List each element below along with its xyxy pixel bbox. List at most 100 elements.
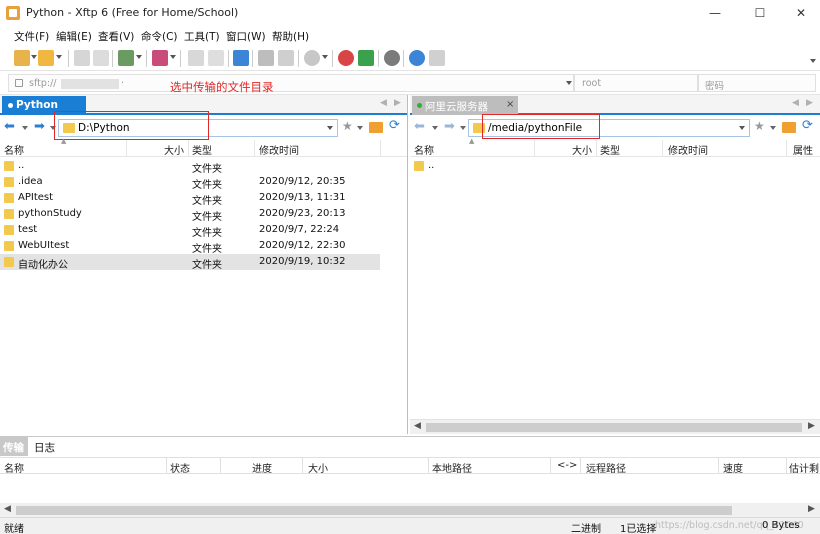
- menu-tools[interactable]: 工具(T): [184, 29, 220, 44]
- list-item-selected[interactable]: 自动化办公 文件夹 2020/9/19, 10:32: [0, 254, 380, 270]
- terminal-icon[interactable]: [152, 50, 168, 66]
- refresh-icon[interactable]: ⟳: [389, 119, 400, 133]
- col-name[interactable]: 名称: [414, 142, 434, 157]
- col-divider[interactable]: [786, 458, 787, 474]
- chevron-down-icon[interactable]: [322, 55, 328, 59]
- scroll-thumb[interactable]: [16, 506, 732, 515]
- menu-window[interactable]: 窗口(W): [226, 29, 266, 44]
- col-divider[interactable]: [718, 458, 719, 474]
- back-arrow-icon[interactable]: ⬅: [414, 120, 425, 133]
- chevron-down-icon[interactable]: [327, 126, 333, 130]
- col-type[interactable]: 类型: [192, 142, 212, 157]
- help-icon[interactable]: [409, 50, 425, 66]
- parent-folder-icon[interactable]: [782, 122, 796, 133]
- col-divider[interactable]: [166, 458, 167, 474]
- col-name[interactable]: 名称: [4, 142, 24, 157]
- chevron-down-icon[interactable]: [566, 81, 572, 85]
- username-input[interactable]: root: [574, 74, 698, 92]
- scroll-thumb[interactable]: [426, 423, 802, 432]
- col-modified[interactable]: 修改时间: [259, 142, 299, 157]
- col-size[interactable]: 大小: [308, 460, 328, 475]
- col-divider[interactable]: [596, 140, 597, 157]
- minimize-button[interactable]: —: [700, 3, 730, 23]
- tab-prev-icon[interactable]: ◀: [380, 98, 387, 108]
- col-progress[interactable]: 进度: [252, 460, 272, 475]
- open-folder-icon[interactable]: [38, 50, 54, 66]
- col-remote-path[interactable]: 远程路径: [586, 460, 626, 475]
- menu-view[interactable]: 查看(V): [98, 29, 134, 44]
- session-manager-icon[interactable]: [118, 50, 134, 66]
- list-item[interactable]: .. 文件夹: [0, 158, 407, 174]
- disconnect-icon[interactable]: [93, 50, 109, 66]
- col-speed[interactable]: 速度: [723, 460, 743, 475]
- col-divider[interactable]: [428, 458, 429, 474]
- close-button[interactable]: ✕: [786, 3, 816, 23]
- star-icon[interactable]: ★: [342, 120, 353, 133]
- menu-command[interactable]: 命令(C): [141, 29, 178, 44]
- col-status[interactable]: 状态: [170, 460, 190, 475]
- connect-icon[interactable]: [74, 50, 90, 66]
- col-divider[interactable]: [380, 140, 381, 157]
- chevron-down-icon[interactable]: [770, 126, 776, 130]
- tab-log[interactable]: 日志: [34, 440, 55, 455]
- chevron-down-icon[interactable]: [136, 55, 142, 59]
- menu-edit[interactable]: 编辑(E): [56, 29, 92, 44]
- col-size[interactable]: 大小: [164, 142, 184, 157]
- chevron-down-icon[interactable]: [56, 55, 62, 59]
- chevron-down-icon[interactable]: [357, 126, 363, 130]
- col-divider[interactable]: [126, 140, 127, 157]
- tab-next-icon[interactable]: ▶: [394, 98, 401, 108]
- chevron-down-icon[interactable]: [170, 55, 176, 59]
- scroll-left-icon[interactable]: ◀: [414, 421, 421, 431]
- toolbar-overflow-icon[interactable]: [810, 59, 816, 63]
- menu-help[interactable]: 帮助(H): [272, 29, 309, 44]
- chevron-down-icon[interactable]: [739, 126, 745, 130]
- tab-remote-aliyun[interactable]: 阿里云服务器 ×: [412, 96, 518, 115]
- list-item[interactable]: .idea 文件夹 2020/9/12, 20:35: [0, 174, 407, 190]
- back-arrow-icon[interactable]: ⬅: [4, 120, 15, 133]
- list-item[interactable]: test 文件夹 2020/9/7, 22:24: [0, 222, 407, 238]
- list-item[interactable]: pythonStudy 文件夹 2020/9/23, 20:13: [0, 206, 407, 222]
- col-eta[interactable]: 估计剩: [789, 460, 819, 475]
- col-divider[interactable]: [580, 458, 581, 474]
- chat-icon[interactable]: [429, 50, 445, 66]
- col-attributes[interactable]: 属性: [793, 142, 813, 157]
- remote-horizontal-scrollbar[interactable]: ◀ ▶: [410, 419, 820, 434]
- col-size[interactable]: 大小: [572, 142, 592, 157]
- col-local-path[interactable]: 本地路径: [432, 460, 472, 475]
- list-item[interactable]: ..: [410, 158, 820, 174]
- col-divider[interactable]: [220, 458, 221, 474]
- tab-next-icon[interactable]: ▶: [806, 98, 813, 108]
- copy-icon[interactable]: [188, 50, 204, 66]
- paste-icon[interactable]: [208, 50, 224, 66]
- scroll-right-icon[interactable]: ▶: [808, 504, 815, 514]
- tab-prev-icon[interactable]: ◀: [792, 98, 799, 108]
- xftp-icon[interactable]: [358, 50, 374, 66]
- properties-icon[interactable]: [278, 50, 294, 66]
- xshell-icon[interactable]: [338, 50, 354, 66]
- print-icon[interactable]: [258, 50, 274, 66]
- col-divider[interactable]: [188, 140, 189, 157]
- col-divider[interactable]: [534, 140, 535, 157]
- host-input[interactable]: sftp:// ·: [8, 74, 574, 92]
- col-divider[interactable]: [254, 140, 255, 157]
- col-divider[interactable]: [302, 458, 303, 474]
- chevron-down-icon[interactable]: [460, 126, 466, 130]
- chevron-down-icon[interactable]: [432, 126, 438, 130]
- forward-arrow-icon[interactable]: ➡: [444, 120, 455, 133]
- scroll-right-icon[interactable]: ▶: [808, 421, 815, 431]
- chevron-down-icon[interactable]: [31, 55, 37, 59]
- forward-arrow-icon[interactable]: ➡: [34, 120, 45, 133]
- list-item[interactable]: WebUItest 文件夹 2020/9/12, 22:30: [0, 238, 407, 254]
- col-type[interactable]: 类型: [600, 142, 620, 157]
- col-divider[interactable]: [662, 140, 663, 157]
- col-modified[interactable]: 修改时间: [668, 142, 708, 157]
- tab-transfer[interactable]: 传输: [0, 437, 28, 456]
- sync-transfer-icon[interactable]: [233, 50, 249, 66]
- col-divider[interactable]: [550, 458, 551, 474]
- col-direction[interactable]: <->: [557, 460, 577, 471]
- password-input[interactable]: 密码: [698, 74, 816, 92]
- star-icon[interactable]: ★: [754, 120, 765, 133]
- new-session-icon[interactable]: [14, 50, 30, 66]
- parent-folder-icon[interactable]: [369, 122, 383, 133]
